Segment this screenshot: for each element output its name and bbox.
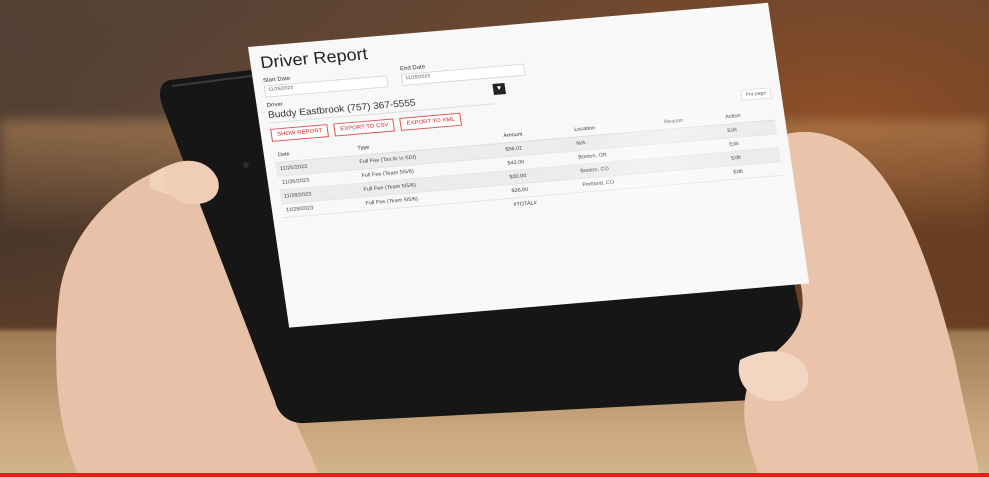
- start-date-group: Start Date 11/25/2023: [263, 68, 389, 98]
- chevron-down-icon[interactable]: ▼: [492, 82, 506, 96]
- export-xml-button[interactable]: EXPORT TO XML: [399, 112, 462, 131]
- end-date-group: End Date 11/29/2023: [400, 56, 526, 87]
- tablet-screen: Driver Report Start Date 11/25/2023 End …: [248, 2, 810, 328]
- per-page-select[interactable]: Per page: [739, 87, 772, 101]
- export-csv-button[interactable]: EXPORT TO CSV: [333, 118, 396, 137]
- photo-scene: Driver Report Start Date 11/25/2023 End …: [0, 0, 989, 477]
- show-report-button[interactable]: SHOW REPORT: [270, 124, 330, 142]
- camera-dot: [243, 162, 249, 168]
- driver-report-page: Driver Report Start Date 11/25/2023 End …: [248, 2, 810, 328]
- tablet-device: Driver Report Start Date 11/25/2023 End …: [0, 0, 989, 477]
- accent-red-line: [0, 473, 989, 477]
